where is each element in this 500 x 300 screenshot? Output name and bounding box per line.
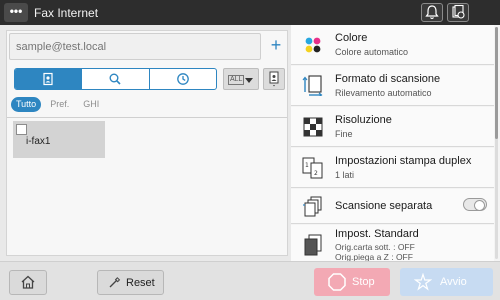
setting-standard-value2: Orig.piega a Z : OFF [335, 252, 413, 261]
setting-duplex-value: 1 lati [335, 170, 355, 180]
bottom-bar: Reset Stop Avvio [0, 261, 500, 300]
settings-panel: Colore Colore automatico Formato di scan… [291, 25, 500, 261]
standard-settings-icon [304, 234, 322, 256]
setting-separate-scan-label: Scansione separata [335, 200, 433, 212]
setting-scan-size-label: Formato di scansione [335, 73, 441, 85]
entry-checkbox[interactable] [16, 124, 27, 135]
setting-scan-size-value: Rilevamento automatico [335, 88, 432, 98]
start-label: Avvio [440, 276, 467, 288]
stop-icon [328, 273, 346, 291]
tab-address-book[interactable] [15, 69, 83, 89]
setting-resolution-value: Fine [335, 129, 353, 139]
filter-dropdown[interactable]: ALL [223, 68, 259, 90]
setting-scan-size[interactable]: Formato di scansione Rilevamento automat… [291, 66, 494, 106]
filter-ghi[interactable]: GHI [78, 97, 104, 112]
filter-dropdown-label: ALL [228, 75, 245, 85]
setting-color-label: Colore [335, 32, 368, 44]
address-book-detail-icon [269, 71, 279, 87]
reset-label: Reset [126, 277, 155, 289]
address-book-detail-button[interactable] [263, 68, 285, 90]
view-mode-tabs [14, 68, 217, 90]
page-title: Fax Internet [34, 6, 99, 20]
reset-button[interactable]: Reset [97, 270, 164, 295]
start-icon [414, 273, 432, 291]
separate-scan-icon [303, 196, 322, 217]
setting-color-value: Colore automatico [335, 47, 409, 57]
menu-button[interactable]: ••• [4, 3, 28, 22]
setting-standard[interactable]: Impost. Standard Orig.carta sott. : OFF … [291, 225, 494, 261]
duplex-icon: 1 2 [302, 157, 323, 179]
scrollbar-thumb[interactable] [495, 27, 498, 139]
destination-entry[interactable]: i-fax1 [13, 121, 105, 158]
job-status-button[interactable] [447, 3, 469, 22]
address-input[interactable] [9, 33, 261, 60]
top-bar: ••• Fax Internet [0, 0, 500, 25]
svg-text:1: 1 [305, 162, 309, 169]
setting-resolution-label: Risoluzione [335, 114, 392, 126]
settings-scrollbar[interactable] [495, 27, 498, 259]
setting-duplex[interactable]: 1 2 Impostazioni stampa duplex 1 lati [291, 148, 494, 188]
destination-panel: + ALL [6, 30, 288, 256]
scan-size-icon [302, 75, 323, 96]
entry-name: i-fax1 [26, 136, 51, 147]
setting-resolution[interactable]: Risoluzione Fine [291, 107, 494, 147]
tab-history[interactable] [150, 69, 216, 89]
reset-icon [109, 277, 121, 288]
svg-text:2: 2 [314, 170, 318, 177]
stop-label: Stop [352, 276, 375, 288]
setting-standard-label: Impost. Standard [335, 228, 419, 240]
start-button[interactable]: Avvio [400, 268, 493, 296]
address-book-icon [43, 72, 53, 86]
home-icon [21, 275, 35, 289]
setting-standard-value: Orig.carta sott. : OFF [335, 242, 415, 252]
setting-separate-scan[interactable]: Scansione separata [291, 189, 494, 224]
notification-button[interactable] [421, 3, 443, 22]
color-dots-icon [305, 37, 321, 53]
filter-pref[interactable]: Pref. [45, 97, 74, 112]
divider [7, 117, 287, 118]
bell-icon [425, 5, 439, 20]
setting-duplex-label: Impostazioni stampa duplex [335, 155, 472, 167]
home-button[interactable] [9, 270, 47, 295]
filter-tutto[interactable]: Tutto [11, 97, 42, 112]
caret-down-icon [245, 78, 253, 83]
job-queue-icon [452, 4, 465, 19]
clock-icon [176, 73, 189, 85]
search-icon [109, 73, 122, 85]
index-filter-row: Tutto Pref. GHI [11, 97, 104, 112]
stop-button[interactable]: Stop [314, 268, 390, 296]
tab-search[interactable] [82, 69, 150, 89]
resolution-icon [303, 117, 323, 137]
setting-color[interactable]: Colore Colore automatico [291, 25, 494, 65]
separate-scan-toggle[interactable] [463, 198, 487, 211]
add-address-button[interactable]: + [266, 33, 286, 60]
